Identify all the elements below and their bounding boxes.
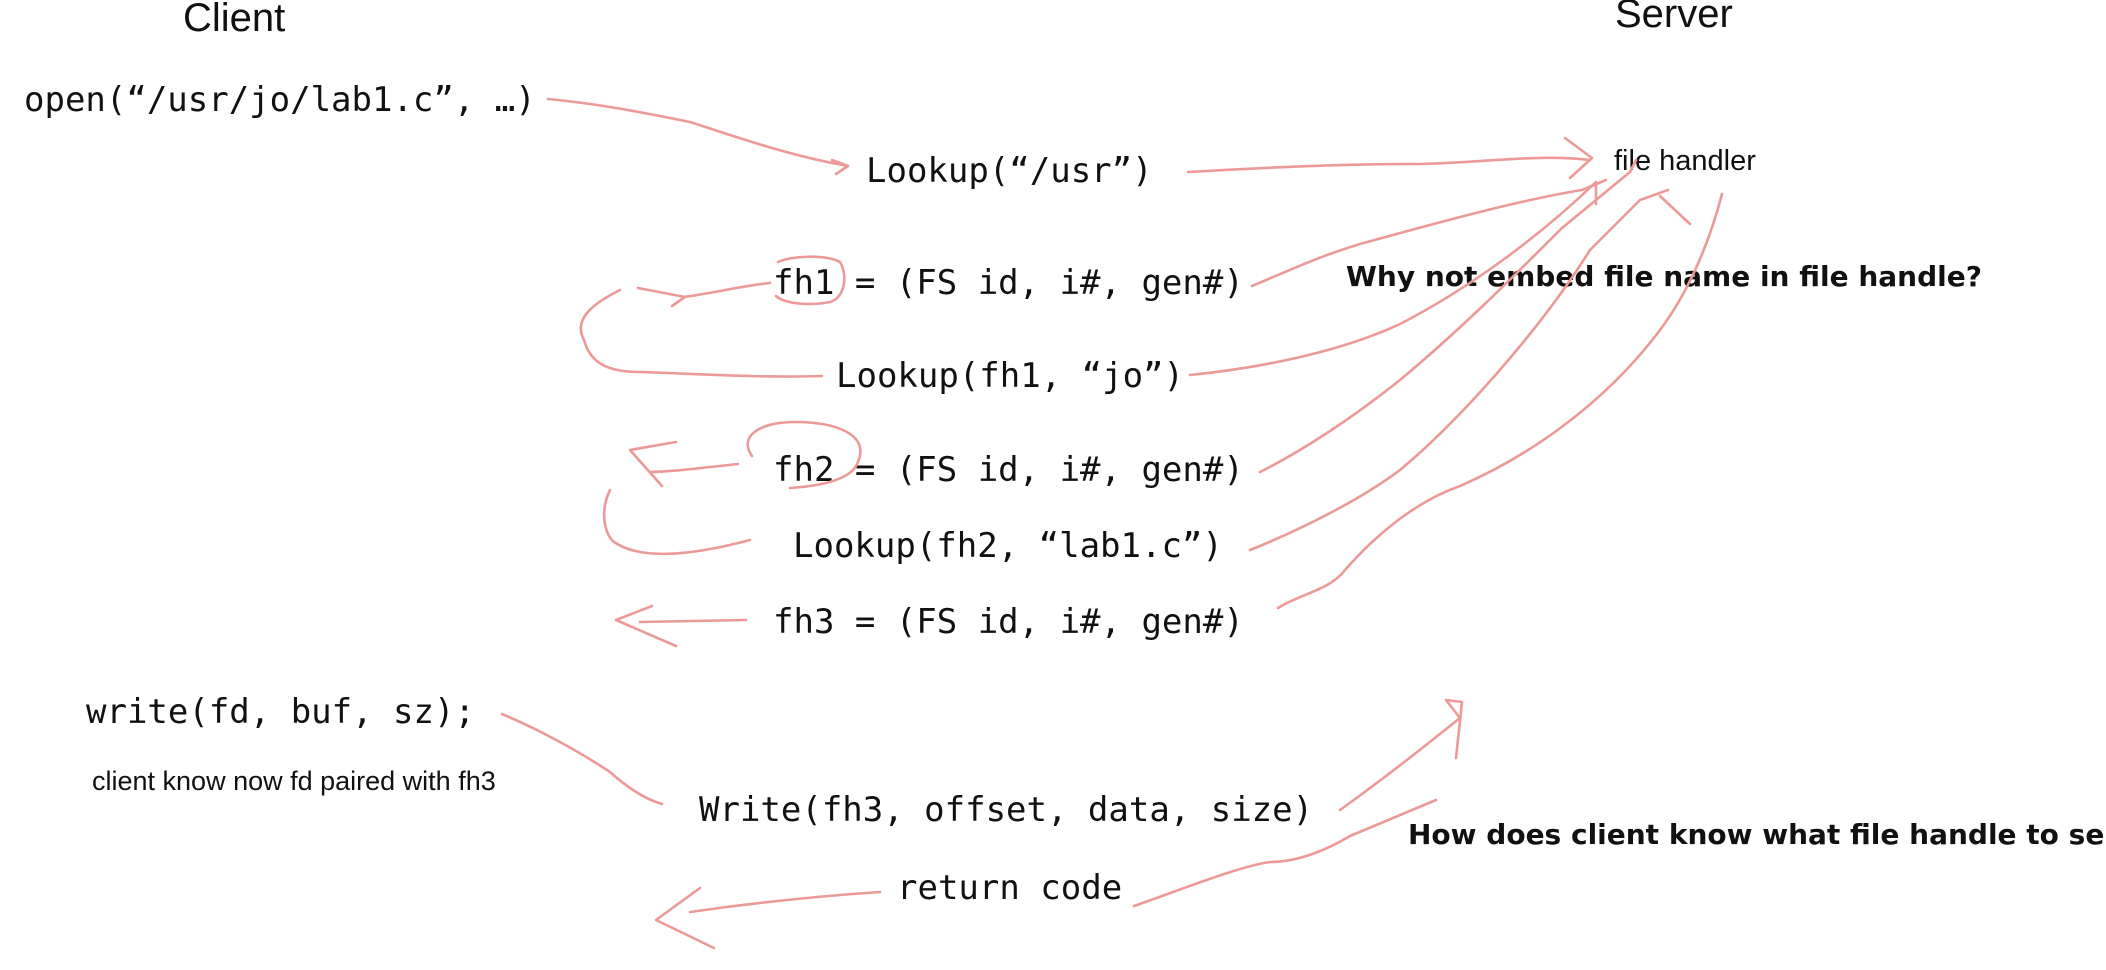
arrow-open-to-lookup <box>546 97 850 176</box>
client-header: Client <box>183 0 286 40</box>
lookup-usr-message: Lookup(“/usr”) <box>866 151 1153 191</box>
arrow-fh2-return <box>628 440 740 488</box>
lookup-lab1-message: Lookup(fh2, “lab1.c”) <box>793 526 1223 566</box>
question-client-handle: How does client know what file handle to… <box>1408 818 2106 851</box>
arrow-fh3-return <box>614 604 748 648</box>
arrow-return-code <box>654 886 882 950</box>
write-fh3-message: Write(fh3, offset, data, size) <box>699 790 1314 830</box>
fh3-reply: fh3 = (FS id, i#, gen#) <box>773 602 1244 642</box>
write-call: write(fd, buf, sz); <box>86 692 475 732</box>
fh1-reply: fh1 = (FS id, i#, gen#) <box>773 263 1244 303</box>
arrow-write-message-to-server <box>1338 698 1464 812</box>
open-call: open(“/usr/jo/lab1.c”, …) <box>24 80 536 120</box>
arrow-write-to-write-message <box>500 712 664 806</box>
fh2-reply: fh2 = (FS id, i#, gen#) <box>773 450 1244 490</box>
line-fh2-to-server <box>1258 158 1638 474</box>
arrow-lookup-usr-to-server <box>1186 136 1594 180</box>
client-note: client know now fd paired with fh3 <box>92 766 496 796</box>
file-handler-label: file handler <box>1614 145 1756 177</box>
question-embed-name: Why not embed file name in file handle? <box>1346 260 1982 293</box>
loop-fh2-to-lookup-lab1 <box>602 488 752 556</box>
line-lookup-lab1-to-server <box>1248 188 1692 552</box>
return-code-reply: return code <box>897 868 1123 908</box>
arrow-fh1-return <box>636 281 772 308</box>
line-fh3-to-server <box>1276 192 1724 610</box>
lookup-jo-message: Lookup(fh1, “jo”) <box>836 356 1184 396</box>
server-header: Server <box>1615 0 1733 36</box>
